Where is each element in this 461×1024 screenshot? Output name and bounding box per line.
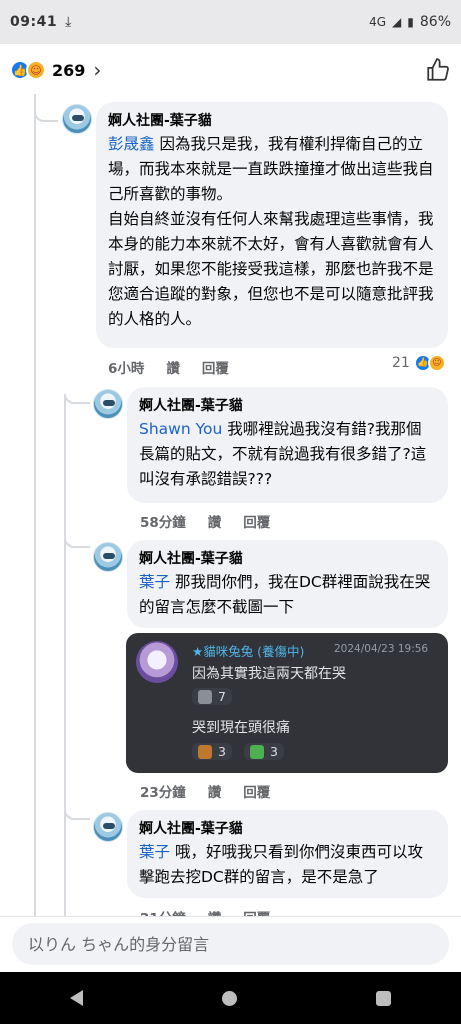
download-icon: ⤓ — [65, 14, 72, 30]
home-icon[interactable] — [221, 990, 237, 1006]
like-button[interactable]: 讚 — [166, 357, 180, 377]
recents-icon[interactable] — [376, 990, 392, 1006]
avatar[interactable] — [93, 389, 123, 419]
signal-icon: ◢ — [392, 15, 402, 29]
comment-bubble: 婀人社團-葉子貓 Shawn You 我哪裡說過我沒有錯?我那個長篇的貼文，不就… — [127, 387, 448, 503]
comment-reactions[interactable]: 21 👍 ☺ — [392, 354, 446, 372]
like-button[interactable]: 讚 — [208, 781, 222, 801]
mention-tag[interactable]: 葉子 — [139, 573, 170, 591]
discord-timestamp: 2024/04/23 19:56 — [334, 643, 429, 655]
reaction-count: 3 — [218, 744, 226, 759]
discord-message: 哭到現在頭很痛 — [192, 720, 290, 736]
cat-emoji-icon — [198, 689, 212, 704]
reactions-summary[interactable]: 👍 ☺ 269 › — [10, 58, 101, 82]
thread-line-nested — [64, 394, 66, 972]
frog-emoji-icon — [250, 744, 264, 759]
mention-tag[interactable]: 彭晟鑫 — [108, 135, 155, 153]
comment-input[interactable] — [12, 923, 449, 965]
care-reaction-icon: ☺ — [427, 354, 446, 372]
comment-author[interactable]: 婀人社團-葉子貓 — [139, 395, 436, 417]
reaction-count: 21 — [392, 355, 410, 371]
mention-tag[interactable]: 葉子 — [139, 843, 170, 861]
discord-reaction: 3 — [244, 743, 284, 760]
comment-body: 哦，好哦我只看到你們沒東西可以攻擊跑去挖DC群的留言，是不是急了 — [139, 843, 423, 886]
comment-text: 葉子 那我問你們，我在DC群裡面說我在哭的留言怎麼不截圖一下 — [139, 570, 436, 620]
thread-branch — [64, 394, 90, 404]
comments-sheet: 👍 ☺ 269 › 婀人社團-葉子貓 彭晟鑫 因為我只是我，我有權利捍衛自己的立… — [0, 44, 461, 972]
thread-branch — [64, 534, 90, 548]
discord-message: 因為其實我這兩天都在哭 — [192, 666, 346, 682]
comment-author[interactable]: 婀人社團-葉子貓 — [139, 818, 436, 840]
sticker-emoji-icon — [198, 744, 212, 759]
attached-image[interactable]: ★貓咪兔兔 (養傷中) 2024/04/23 19:56 因為其實我這兩天都在哭… — [126, 633, 448, 773]
reaction-count: 3 — [270, 744, 278, 759]
comment-text: 彭晟鑫 因為我只是我，我有權利捍衛自己的立場，而我本來就是一直跌跌撞撞才做出這些… — [108, 132, 436, 207]
discord-reaction: 3 — [192, 743, 232, 760]
like-button-icon[interactable] — [425, 57, 451, 83]
status-bar: 09:41 ⤓ 4G ◢ ▮ 86% — [0, 0, 461, 44]
comment-actions: 23分鐘 讚 回覆 — [140, 781, 270, 801]
reply-button[interactable]: 回覆 — [243, 511, 270, 531]
thread-branch — [34, 108, 58, 122]
avatar[interactable] — [93, 812, 123, 842]
reaction-count: 269 — [52, 60, 86, 80]
comment-body: 因為我只是我，我有權利捍衛自己的立場，而我本來就是一直跌跌撞撞才做出這些我自己所… — [108, 135, 434, 203]
reply-button[interactable]: 回覆 — [202, 357, 229, 377]
chevron-right-icon: › — [93, 58, 102, 82]
comment-body: 那我問你們，我在DC群裡面說我在哭的留言怎麼不截圖一下 — [139, 573, 431, 616]
discord-username: ★貓咪兔兔 (養傷中) — [192, 644, 305, 659]
back-icon[interactable] — [69, 990, 83, 1006]
comment-bubble: 婀人社團-葉子貓 葉子 那我問你們，我在DC群裡面說我在哭的留言怎麼不截圖一下 — [127, 540, 448, 628]
like-button[interactable]: 讚 — [208, 511, 222, 531]
reactions-header: 👍 ☺ 269 › — [0, 44, 461, 96]
network-label: 4G — [369, 15, 387, 29]
comment-author[interactable]: 婀人社團-葉子貓 — [108, 110, 436, 132]
comment-actions: 6小時 讚 回覆 — [108, 357, 229, 377]
comment-time: 58分鐘 — [140, 515, 186, 531]
comment-actions: 58分鐘 讚 回覆 — [140, 511, 270, 531]
avatar[interactable] — [62, 104, 92, 134]
thread-branch — [64, 804, 90, 820]
discord-reaction: 7 — [192, 688, 232, 705]
comment-bubble: 婀人社團-葉子貓 葉子 哦，好哦我只看到你們沒東西可以攻擊跑去挖DC群的留言，是… — [127, 810, 448, 898]
discord-avatar — [136, 641, 178, 683]
comment-time: 23分鐘 — [140, 785, 186, 801]
thread-line — [34, 94, 36, 972]
status-time: 09:41 — [10, 14, 58, 30]
system-nav-bar — [0, 972, 461, 1024]
status-right: 4G ◢ ▮ 86% — [369, 14, 451, 30]
avatar[interactable] — [93, 542, 123, 572]
battery-level: 86% — [419, 14, 451, 30]
reaction-count: 7 — [218, 689, 226, 704]
comment-text: Shawn You 我哪裡說過我沒有錯?我那個長篇的貼文，不就有說過我有很多錯了… — [139, 417, 436, 492]
comment-author[interactable]: 婀人社團-葉子貓 — [139, 548, 436, 570]
comment-input-bar — [0, 916, 461, 972]
comment-text: 葉子 哦，好哦我只看到你們沒東西可以攻擊跑去挖DC群的留言，是不是急了 — [139, 840, 436, 890]
comment-bubble: 婀人社團-葉子貓 彭晟鑫 因為我只是我，我有權利捍衛自己的立場，而我本來就是一直… — [96, 102, 448, 348]
comment-time: 6小時 — [108, 361, 145, 377]
mention-tag[interactable]: Shawn You — [139, 420, 222, 438]
battery-icon: ▮ — [407, 15, 414, 29]
reply-button[interactable]: 回覆 — [243, 781, 270, 801]
care-reaction-icon: ☺ — [26, 60, 46, 80]
comment-body-2: 自始自終並沒有任何人來幫我處理這些事情，我本身的能力本來就不太好，會有人喜歡就會… — [108, 210, 434, 328]
